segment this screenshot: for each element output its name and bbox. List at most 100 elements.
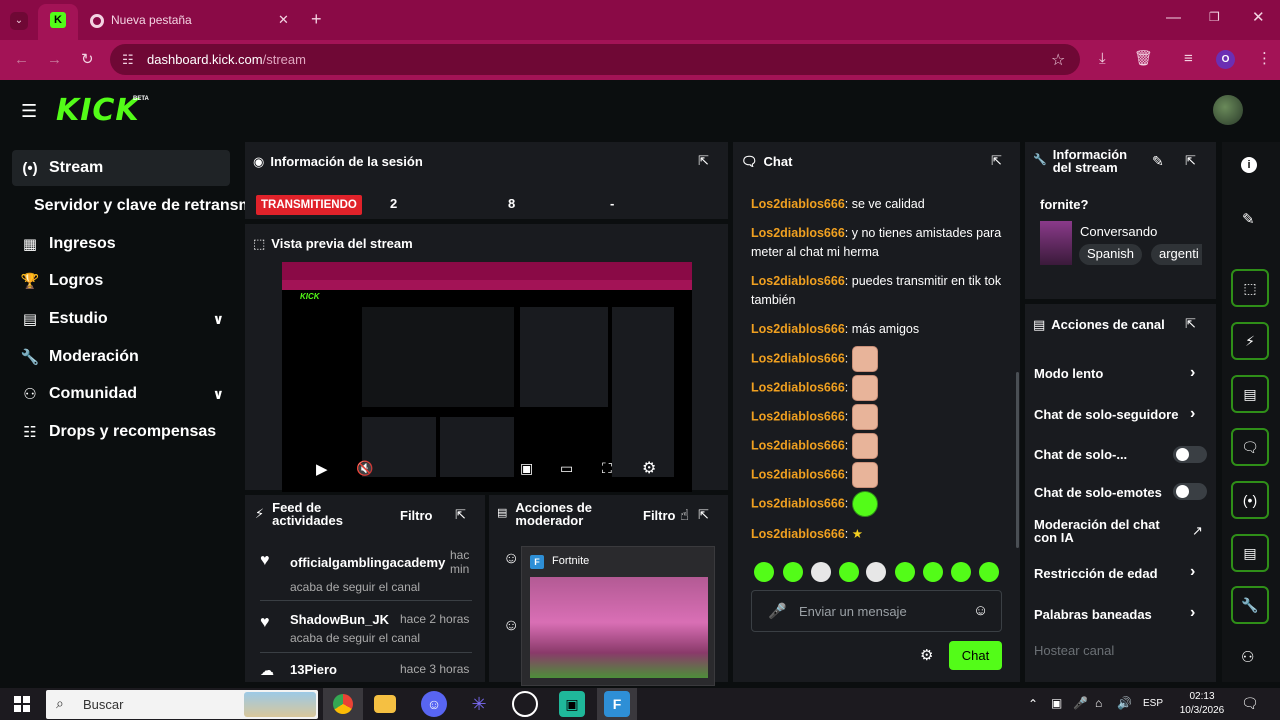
fullscreen-icon[interactable]: ⛶ xyxy=(602,460,612,477)
rail-chat-button[interactable]: 🗨 xyxy=(1231,428,1269,466)
reload-icon[interactable]: ↻ xyxy=(81,52,94,67)
stream-preview-video[interactable]: KICK ▶ 🔇 ▣ ▭ ⛶ ⚙ xyxy=(282,262,692,492)
mod-actions-filter-button[interactable]: Filtro xyxy=(643,508,676,523)
tag-argentina[interactable]: argenti xyxy=(1151,244,1202,265)
media-queue-icon[interactable]: ≡ xyxy=(1184,51,1193,66)
notification-icon[interactable]: 🗨 xyxy=(1241,695,1259,712)
emote-picker-item[interactable] xyxy=(979,562,999,582)
tray-network-icon[interactable]: ⌂ xyxy=(1095,696,1102,710)
popout-icon[interactable]: ⇱ xyxy=(698,153,709,169)
back-icon[interactable]: ← xyxy=(14,52,29,67)
taskbar-window-preview[interactable]: F Fortnite xyxy=(521,546,715,686)
rail-stream-info-button[interactable]: 🔧 xyxy=(1231,586,1269,624)
maximize-icon[interactable]: ❐ xyxy=(1209,11,1220,23)
tab-kick-dashboard[interactable]: K xyxy=(38,4,78,40)
forward-icon[interactable]: → xyxy=(47,52,62,67)
theater-icon[interactable]: ▭ xyxy=(560,460,573,477)
rail-mod-log-button[interactable]: ▤ xyxy=(1231,375,1269,413)
address-bar[interactable]: ☷ dashboard.kick.com/stream ☆ xyxy=(110,44,1080,75)
chat-message-input[interactable]: 🎤 Enviar un mensaje ☺ xyxy=(751,590,1002,632)
chevron-right-icon[interactable]: › xyxy=(1190,405,1195,423)
info-icon[interactable]: i xyxy=(1241,157,1257,173)
category-thumbnail[interactable] xyxy=(1040,221,1072,265)
action-ai-moderation[interactable]: Moderación del chat con IA xyxy=(1034,518,1174,544)
taskbar-search[interactable]: ⌕ Buscar xyxy=(46,690,318,719)
activity-item-name[interactable]: 13Piero xyxy=(290,662,337,677)
user-avatar[interactable] xyxy=(1213,95,1243,125)
settings-icon[interactable]: ⚙ xyxy=(642,458,656,478)
discord-app-icon[interactable]: ☺ xyxy=(421,691,447,717)
tag-spanish[interactable]: Spanish xyxy=(1079,244,1142,265)
action-subscribers-only[interactable]: Chat de solo-... xyxy=(1034,447,1127,462)
chat-scrollbar[interactable] xyxy=(1016,372,1019,548)
emoji-icon[interactable]: ☺ xyxy=(973,602,988,619)
kick-app-icon[interactable]: ▣ xyxy=(559,691,585,717)
external-link-icon[interactable]: ↗ xyxy=(1192,523,1203,539)
rail-channel-actions-button[interactable]: ▤ xyxy=(1231,534,1269,572)
tab-close-icon[interactable]: ✕ xyxy=(278,12,289,28)
subscribers-only-toggle[interactable] xyxy=(1173,446,1207,463)
chevron-down-icon[interactable]: ∨ xyxy=(213,386,224,403)
popout-icon[interactable]: ⇱ xyxy=(698,507,709,523)
emote-picker-item[interactable] xyxy=(754,562,774,582)
tab-new-tab[interactable]: Nueva pestaña ✕ xyxy=(78,4,300,40)
activity-filter-button[interactable]: Filtro xyxy=(400,508,433,523)
sidebar-item-moderacion[interactable]: 🔧 Moderación xyxy=(12,339,230,375)
popout-icon[interactable]: ⇱ xyxy=(1185,153,1196,169)
sidebar-item-drops[interactable]: ☷ Drops y recompensas xyxy=(12,414,230,450)
category-name[interactable]: Conversando xyxy=(1080,224,1157,239)
rail-activity-button[interactable]: ⚡ xyxy=(1231,322,1269,360)
windows-start-icon[interactable] xyxy=(14,696,30,712)
action-slow-mode[interactable]: Modo lento xyxy=(1034,366,1103,381)
sidebar-item-logros[interactable]: 🏆 Logros xyxy=(12,263,230,299)
sidebar-item-ingresos[interactable]: ▦ Ingresos xyxy=(12,226,230,262)
tray-chevron-icon[interactable]: ⌃ xyxy=(1028,697,1038,711)
popout-icon[interactable]: ⇱ xyxy=(991,153,1002,169)
profile-avatar[interactable]: O xyxy=(1216,50,1235,69)
minimize-icon[interactable]: — xyxy=(1166,10,1181,25)
play-icon[interactable]: ▶ xyxy=(316,460,328,478)
microphone-icon[interactable]: 🎤 xyxy=(768,602,787,620)
action-age-restriction[interactable]: Restricción de edad xyxy=(1034,566,1158,581)
chevron-right-icon[interactable]: › xyxy=(1190,604,1195,622)
bookmark-star-icon[interactable]: ☆ xyxy=(1051,50,1065,70)
share-icon[interactable]: ⚇ xyxy=(1241,648,1254,666)
emote-picker-item[interactable] xyxy=(923,562,943,582)
trash-icon[interactable]: 🗑 xyxy=(1134,51,1153,66)
tray-language[interactable]: ESP xyxy=(1143,698,1163,709)
obs-app-icon[interactable] xyxy=(512,691,538,717)
rail-session-button[interactable]: (•) xyxy=(1231,481,1269,519)
emote-picker-item[interactable] xyxy=(951,562,971,582)
close-window-icon[interactable]: ✕ xyxy=(1252,10,1265,25)
sidebar-item-stream[interactable]: (•) Stream xyxy=(12,150,230,186)
sidebar-item-comunidad[interactable]: ⚇ Comunidad ∨ xyxy=(12,376,230,412)
app-sparkle-icon[interactable]: ✳ xyxy=(466,691,492,717)
fortnite-app-icon[interactable]: F xyxy=(604,691,630,717)
action-followers-only[interactable]: Chat de solo-seguidore xyxy=(1034,407,1178,422)
action-emotes-only[interactable]: Chat de solo-emotes xyxy=(1034,485,1162,500)
emote-picker-item[interactable] xyxy=(783,562,803,582)
chat-send-button[interactable]: Chat xyxy=(949,641,1002,670)
rail-preview-button[interactable]: ⬚ xyxy=(1231,269,1269,307)
pip-icon[interactable]: ▣ xyxy=(520,460,533,477)
chevron-down-icon[interactable]: ∨ xyxy=(213,311,224,328)
sidebar-item-estudio[interactable]: ▤ Estudio ∨ xyxy=(12,301,230,337)
site-info-icon[interactable]: ☷ xyxy=(122,52,134,68)
popout-icon[interactable]: ⇱ xyxy=(455,507,466,523)
edit-pencil-icon[interactable]: ✎ xyxy=(1152,153,1164,170)
activity-item-name[interactable]: officialgamblingacademy xyxy=(290,555,445,570)
hamburger-menu-icon[interactable]: ☰ xyxy=(21,101,37,122)
emote-picker-item[interactable] xyxy=(839,562,859,582)
kick-logo[interactable]: KICK xyxy=(56,93,140,128)
chevron-right-icon[interactable]: › xyxy=(1190,364,1195,382)
browser-menu-icon[interactable]: ⋮ xyxy=(1257,51,1272,66)
chrome-app-icon[interactable] xyxy=(330,691,356,717)
emote-picker-item[interactable] xyxy=(811,562,831,582)
chevron-right-icon[interactable]: › xyxy=(1190,563,1195,581)
emotes-only-toggle[interactable] xyxy=(1173,483,1207,500)
emote-picker-item[interactable] xyxy=(895,562,915,582)
file-explorer-icon[interactable] xyxy=(374,695,396,713)
tab-search-chevron-icon[interactable]: ⌄ xyxy=(10,12,28,30)
tray-volume-icon[interactable]: 🔊 xyxy=(1117,696,1132,710)
tray-clock[interactable]: 02:13 10/3/2026 xyxy=(1172,690,1232,718)
